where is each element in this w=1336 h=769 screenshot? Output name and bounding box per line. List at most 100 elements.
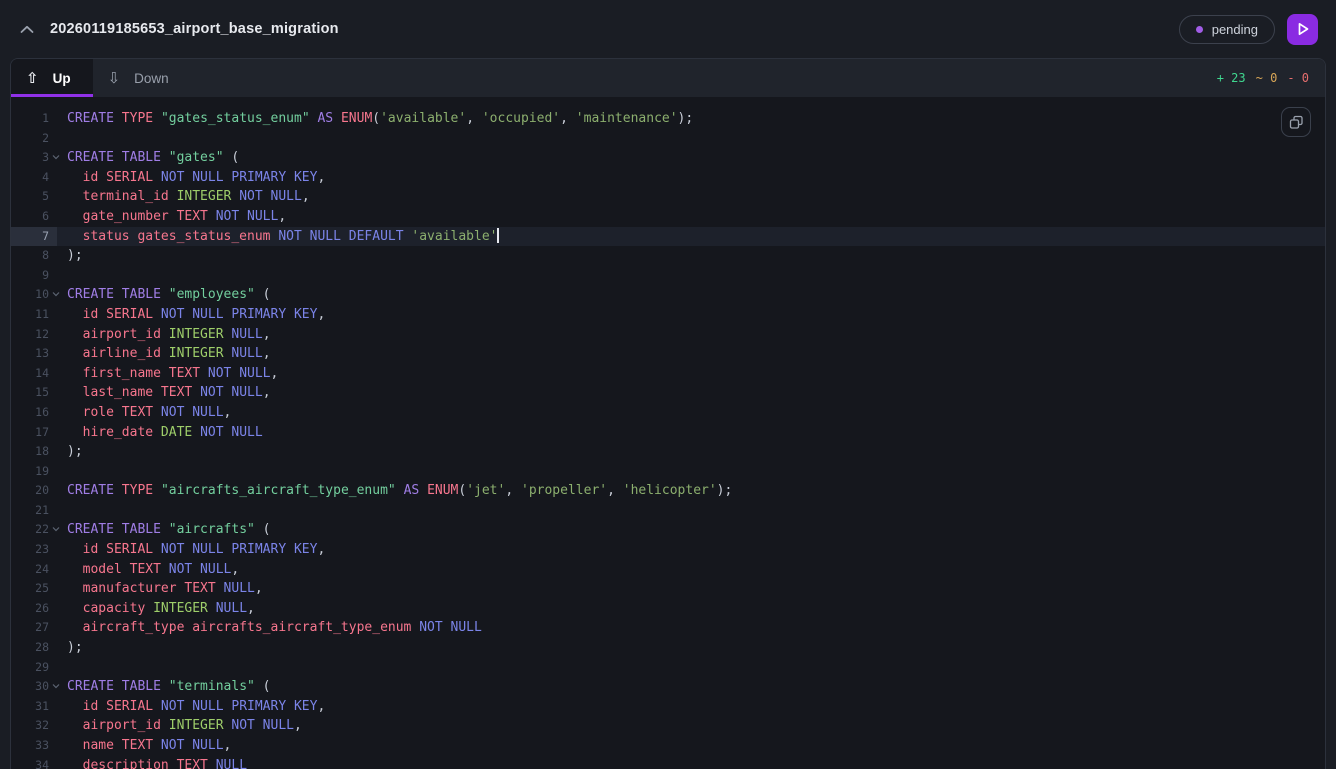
run-migration-button[interactable] — [1287, 14, 1318, 45]
code-line[interactable]: 32 airport_id INTEGER NOT NULL, — [11, 716, 1325, 736]
copy-icon — [1289, 115, 1304, 130]
line-number: 30 — [11, 677, 57, 697]
code-line-text: hire_date DATE NOT NULL — [57, 423, 263, 443]
code-line[interactable]: 16 role TEXT NOT NULL, — [11, 403, 1325, 423]
line-number: 13 — [11, 344, 57, 364]
arrow-down-icon: ⇩ — [108, 71, 121, 86]
line-number: 33 — [11, 736, 57, 756]
code-line[interactable]: 9 — [11, 266, 1325, 286]
code-line-text: role TEXT NOT NULL, — [57, 403, 231, 423]
line-number: 28 — [11, 638, 57, 658]
code-line-text: aircraft_type aircrafts_aircraft_type_en… — [57, 618, 482, 638]
code-line[interactable]: 28); — [11, 638, 1325, 658]
code-line[interactable]: 12 airport_id INTEGER NULL, — [11, 325, 1325, 345]
copy-code-button[interactable] — [1281, 107, 1311, 137]
diff-stats: + 23 ~ 0 - 0 — [1217, 59, 1325, 97]
fold-chevron-icon[interactable] — [52, 153, 60, 161]
code-line[interactable]: 19 — [11, 462, 1325, 482]
code-line[interactable]: 34 description TEXT NULL — [11, 756, 1325, 769]
code-line-text: CREATE TABLE "terminals" ( — [57, 677, 271, 697]
code-line-text: CREATE TABLE "employees" ( — [57, 285, 271, 305]
migration-title: 20260119185653_airport_base_migration — [50, 21, 339, 37]
code-line-text — [57, 501, 67, 521]
line-number: 27 — [11, 618, 57, 638]
code-line[interactable]: 14 first_name TEXT NOT NULL, — [11, 364, 1325, 384]
tab-down-label: Down — [134, 71, 169, 86]
line-number: 16 — [11, 403, 57, 423]
code-line-text: airport_id INTEGER NULL, — [57, 325, 271, 345]
line-number: 14 — [11, 364, 57, 384]
code-line-text: ); — [57, 638, 83, 658]
code-editor[interactable]: 1CREATE TYPE "gates_status_enum" AS ENUM… — [11, 97, 1325, 769]
code-line-text: description TEXT NULL — [57, 756, 247, 769]
code-line[interactable]: 30CREATE TABLE "terminals" ( — [11, 677, 1325, 697]
code-line[interactable]: 22CREATE TABLE "aircrafts" ( — [11, 520, 1325, 540]
text-cursor — [497, 228, 499, 243]
code-line-text: capacity INTEGER NULL, — [57, 599, 255, 619]
line-number: 19 — [11, 462, 57, 482]
code-line-text: ); — [57, 442, 83, 462]
code-line-text: CREATE TYPE "aircrafts_aircraft_type_enu… — [57, 481, 732, 501]
code-line[interactable]: 3CREATE TABLE "gates" ( — [11, 148, 1325, 168]
line-number: 9 — [11, 266, 57, 286]
code-line-text: CREATE TABLE "gates" ( — [57, 148, 239, 168]
code-line-text: CREATE TYPE "gates_status_enum" AS ENUM(… — [57, 109, 693, 129]
line-number: 12 — [11, 325, 57, 345]
code-line[interactable]: 23 id SERIAL NOT NULL PRIMARY KEY, — [11, 540, 1325, 560]
diff-added: + 23 — [1217, 71, 1246, 85]
code-line[interactable]: 7 status gates_status_enum NOT NULL DEFA… — [11, 227, 1325, 247]
arrow-up-icon: ⇧ — [26, 71, 39, 86]
line-number: 26 — [11, 599, 57, 619]
code-line[interactable]: 4 id SERIAL NOT NULL PRIMARY KEY, — [11, 168, 1325, 188]
code-line[interactable]: 29 — [11, 658, 1325, 678]
code-line[interactable]: 11 id SERIAL NOT NULL PRIMARY KEY, — [11, 305, 1325, 325]
code-line-text: id SERIAL NOT NULL PRIMARY KEY, — [57, 697, 325, 717]
fold-chevron-icon[interactable] — [52, 525, 60, 533]
code-line[interactable]: 13 airline_id INTEGER NULL, — [11, 344, 1325, 364]
status-dot-icon — [1196, 26, 1203, 33]
code-line[interactable]: 31 id SERIAL NOT NULL PRIMARY KEY, — [11, 697, 1325, 717]
code-line[interactable]: 26 capacity INTEGER NULL, — [11, 599, 1325, 619]
code-line[interactable]: 2 — [11, 129, 1325, 149]
code-line[interactable]: 6 gate_number TEXT NOT NULL, — [11, 207, 1325, 227]
tab-up[interactable]: ⇧ Up — [11, 59, 93, 97]
line-number: 18 — [11, 442, 57, 462]
code-line[interactable]: 1CREATE TYPE "gates_status_enum" AS ENUM… — [11, 109, 1325, 129]
code-line-text: id SERIAL NOT NULL PRIMARY KEY, — [57, 168, 325, 188]
code-line-text: manufacturer TEXT NULL, — [57, 579, 263, 599]
code-line[interactable]: 15 last_name TEXT NOT NULL, — [11, 383, 1325, 403]
code-line[interactable]: 27 aircraft_type aircrafts_aircraft_type… — [11, 618, 1325, 638]
code-line[interactable]: 21 — [11, 501, 1325, 521]
code-line-text — [57, 266, 67, 286]
code-line[interactable]: 17 hire_date DATE NOT NULL — [11, 423, 1325, 443]
code-line[interactable]: 20CREATE TYPE "aircrafts_aircraft_type_e… — [11, 481, 1325, 501]
line-number: 2 — [11, 129, 57, 149]
line-number: 5 — [11, 187, 57, 207]
code-line[interactable]: 10CREATE TABLE "employees" ( — [11, 285, 1325, 305]
code-line-text: model TEXT NOT NULL, — [57, 560, 239, 580]
status-badge-label: pending — [1212, 22, 1258, 37]
code-line[interactable]: 18); — [11, 442, 1325, 462]
migration-panel: ⇧ Up ⇩ Down + 23 ~ 0 - 0 1CREATE TYPE "g… — [10, 58, 1326, 769]
line-number: 6 — [11, 207, 57, 227]
fold-chevron-icon[interactable] — [52, 290, 60, 298]
tab-down[interactable]: ⇩ Down — [93, 59, 191, 97]
status-badge: pending — [1179, 15, 1275, 44]
line-number: 29 — [11, 658, 57, 678]
code-line[interactable]: 5 terminal_id INTEGER NOT NULL, — [11, 187, 1325, 207]
code-line-text — [57, 129, 67, 149]
line-number: 3 — [11, 148, 57, 168]
code-line[interactable]: 33 name TEXT NOT NULL, — [11, 736, 1325, 756]
code-line[interactable]: 24 model TEXT NOT NULL, — [11, 560, 1325, 580]
collapse-chevron-icon[interactable] — [16, 18, 38, 40]
code-line-text: last_name TEXT NOT NULL, — [57, 383, 271, 403]
line-number: 23 — [11, 540, 57, 560]
code-line[interactable]: 25 manufacturer TEXT NULL, — [11, 579, 1325, 599]
fold-chevron-icon[interactable] — [52, 682, 60, 690]
code-line[interactable]: 8); — [11, 246, 1325, 266]
code-line-text — [57, 658, 67, 678]
line-number: 15 — [11, 383, 57, 403]
diff-modified: ~ 0 — [1256, 71, 1278, 85]
line-number: 4 — [11, 168, 57, 188]
code-lines: 1CREATE TYPE "gates_status_enum" AS ENUM… — [11, 109, 1325, 769]
